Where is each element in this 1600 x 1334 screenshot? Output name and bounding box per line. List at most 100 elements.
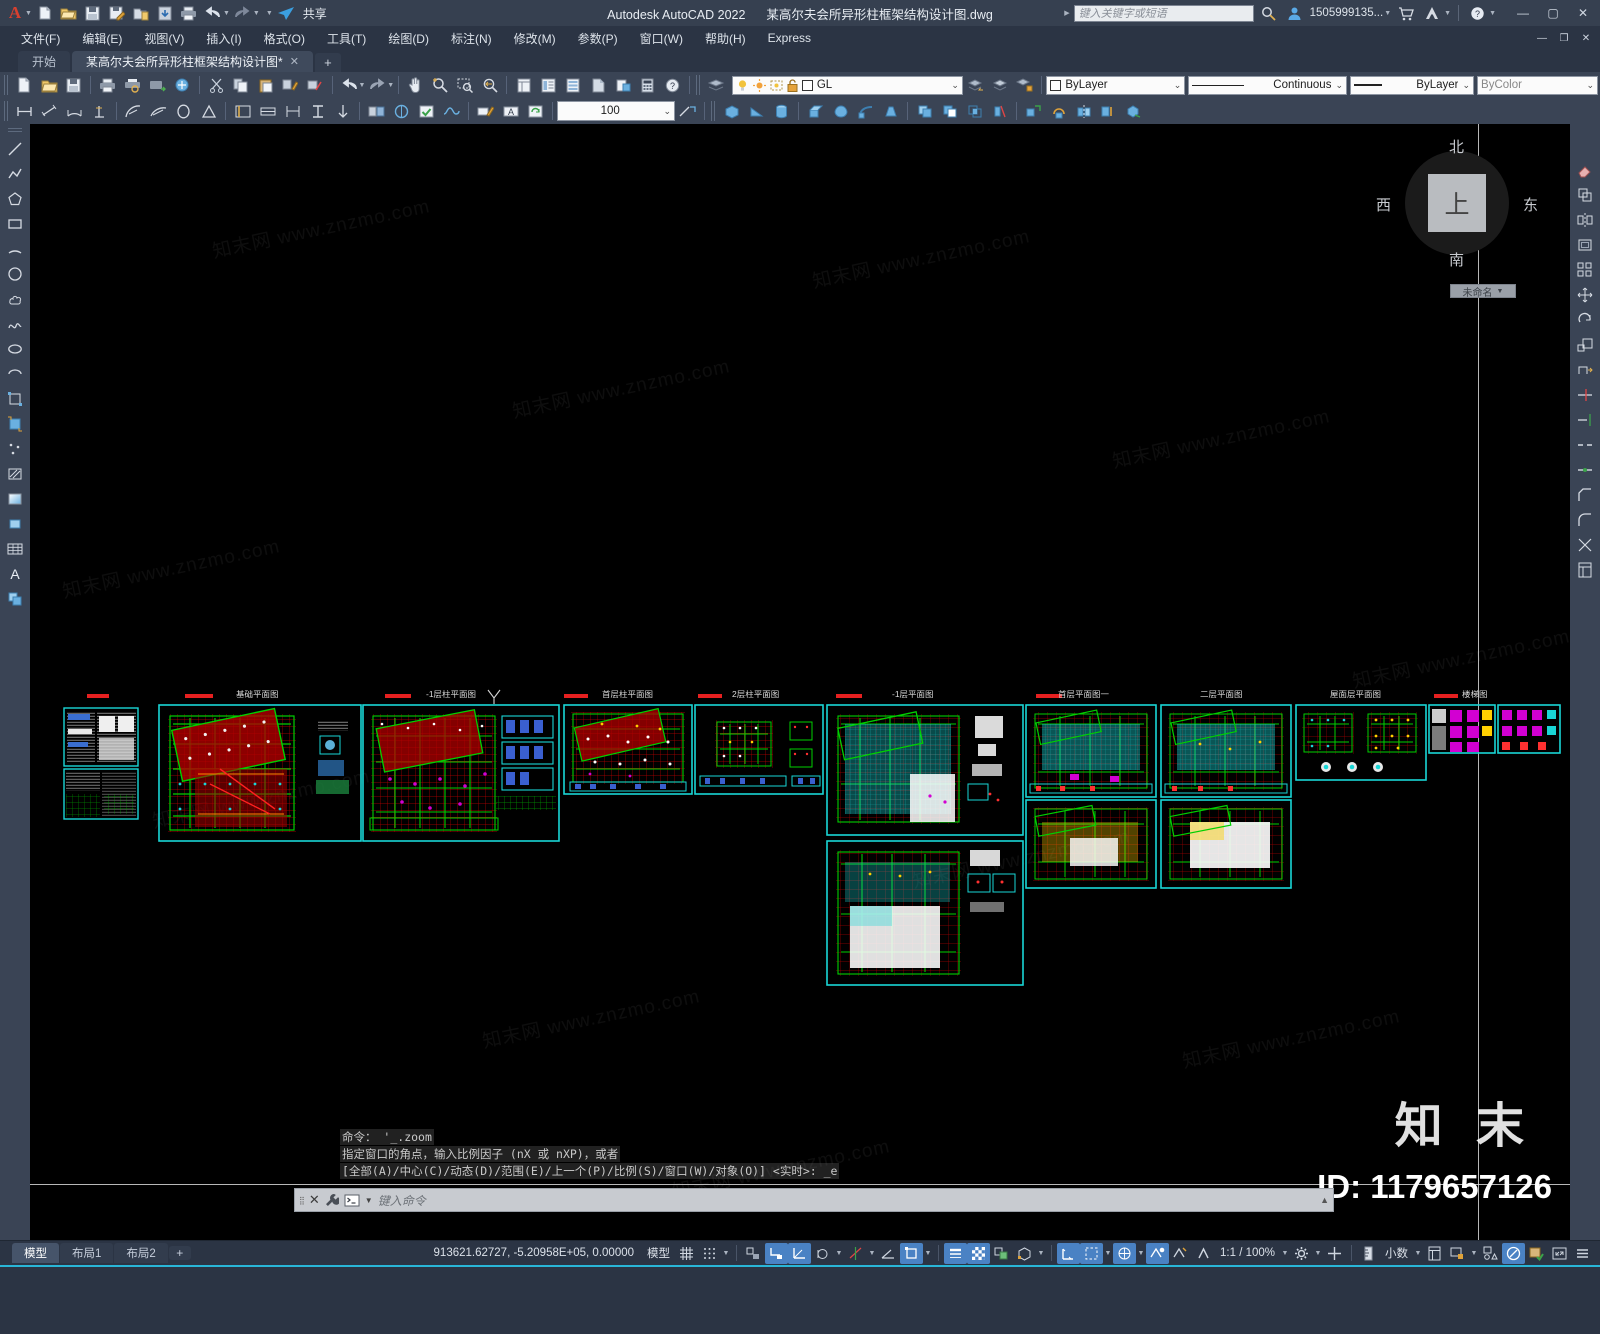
autocad-a-logo[interactable]: A [4, 2, 26, 24]
undo-icon[interactable] [338, 74, 361, 96]
layer-previous-icon[interactable] [964, 74, 987, 96]
help-icon[interactable]: ? [661, 74, 684, 96]
menu-tools[interactable]: 工具(T) [316, 28, 377, 49]
zoom-previous-icon[interactable] [479, 74, 502, 96]
array-icon[interactable] [1573, 258, 1597, 282]
autoscale-toggle[interactable] [1169, 1243, 1192, 1264]
layer-merge-icon[interactable] [1014, 74, 1037, 96]
cut-icon[interactable] [205, 74, 228, 96]
tch-text-icon[interactable]: A [499, 100, 522, 122]
redo-icon[interactable] [232, 2, 254, 24]
cart-icon[interactable] [1395, 2, 1417, 24]
gradient-icon[interactable] [3, 487, 27, 511]
subtract-icon[interactable] [938, 100, 961, 122]
qnew-icon[interactable] [13, 74, 36, 96]
chamfer-icon[interactable] [1573, 483, 1597, 507]
slice-icon[interactable] [988, 100, 1011, 122]
layer-state-icon[interactable] [989, 74, 1012, 96]
quick-properties-toggle[interactable] [1423, 1243, 1446, 1264]
command-input-bar[interactable]: ⣿ ✕ ▼ 键入命令 ▲ [294, 1188, 1334, 1212]
annotation-visibility-toggle[interactable] [1146, 1242, 1170, 1264]
chevron-down-icon[interactable]: ⌄ [1335, 80, 1343, 91]
open-icon[interactable] [58, 2, 80, 24]
annotation-scale-value[interactable]: 1:1 / 100% [1215, 1247, 1280, 1259]
dim-linear-icon[interactable] [13, 100, 36, 122]
menu-draw[interactable]: 绘图(D) [377, 28, 440, 49]
isometric-drafting-toggle[interactable] [811, 1243, 834, 1264]
annotation-monitor-toggle[interactable] [1525, 1243, 1548, 1264]
help-chevron-icon[interactable]: ▼ [1489, 10, 1496, 17]
annotation-scale-icon[interactable] [1192, 1243, 1215, 1264]
menu-insert[interactable]: 插入(I) [195, 28, 252, 49]
isolate-objects-toggle[interactable] [1479, 1243, 1502, 1264]
polygon-icon[interactable] [3, 187, 27, 211]
app-menu-chevron-icon[interactable]: ▼ [25, 10, 32, 17]
search-icon[interactable] [1258, 2, 1280, 24]
units-value[interactable]: 小数 [1380, 1245, 1413, 1261]
lock-chevron-icon[interactable]: ▼ [1469, 1250, 1479, 1257]
document-minimize-button[interactable]: — [1532, 29, 1552, 47]
infer-constraints-toggle[interactable] [742, 1243, 765, 1264]
filter-chevron-icon[interactable]: ▼ [1103, 1250, 1113, 1257]
object-snap-toggle[interactable] [900, 1242, 924, 1264]
chevron-down-icon[interactable]: ⌄ [1587, 80, 1595, 91]
zoom-window-icon[interactable] [454, 74, 477, 96]
markup-set-icon[interactable] [612, 74, 635, 96]
make-block-icon[interactable] [3, 412, 27, 436]
point-icon[interactable] [3, 437, 27, 461]
wrench-icon[interactable] [325, 1193, 339, 1207]
dynamic-ucs-icon-toggle[interactable] [1057, 1242, 1081, 1264]
ellipse-arc-icon[interactable] [3, 362, 27, 386]
dimscale-combo[interactable]: 100 ⌄ [557, 101, 675, 121]
linetype-combo[interactable]: Continuous ⌄ [1188, 75, 1347, 95]
plot-icon[interactable] [96, 74, 119, 96]
table-icon[interactable] [3, 537, 27, 561]
circle-icon[interactable] [3, 262, 27, 286]
plotstyle-combo[interactable]: ByColor ⌄ [1477, 75, 1599, 95]
blockeditor-icon[interactable] [304, 74, 327, 96]
gizmo-chevron-icon[interactable]: ▼ [1136, 1250, 1146, 1257]
polar-chevron-icon[interactable]: ▼ [834, 1250, 844, 1257]
intersect-icon[interactable] [963, 100, 986, 122]
osnap-track-chevron-icon[interactable]: ▼ [867, 1250, 877, 1257]
tch-elevation-icon[interactable] [331, 100, 354, 122]
zoom-realtime-icon[interactable] [429, 74, 452, 96]
revolve-icon[interactable] [829, 100, 852, 122]
rectangle-icon[interactable] [3, 212, 27, 236]
autodesk-app-icon[interactable] [1421, 2, 1443, 24]
solid-wedge-icon[interactable] [745, 100, 768, 122]
3d-osnap-chevron-icon[interactable]: ▼ [1036, 1250, 1046, 1257]
hardware-acceleration-icon[interactable] [1323, 1243, 1346, 1264]
close-icon[interactable]: ✕ [309, 1192, 320, 1208]
copy-object-icon[interactable] [1573, 183, 1597, 207]
osnap-chevron-icon[interactable]: ▼ [923, 1250, 933, 1257]
dim-diameter-icon[interactable] [147, 100, 170, 122]
close-icon[interactable]: ✕ [290, 55, 299, 68]
draw-order-icon[interactable] [3, 587, 27, 611]
menu-window[interactable]: 窗口(W) [629, 28, 694, 49]
paste-icon[interactable] [254, 74, 277, 96]
menu-dimension[interactable]: 标注(N) [440, 28, 503, 49]
object-color-combo[interactable]: ByLayer ⌄ [1046, 75, 1186, 95]
workspace-chevron-icon[interactable]: ▼ [1313, 1250, 1323, 1257]
ortho-mode-toggle[interactable] [765, 1242, 789, 1264]
tool-palettes-icon[interactable] [562, 74, 585, 96]
dim-radius-icon[interactable] [122, 100, 145, 122]
loft-icon[interactable] [879, 100, 902, 122]
account-avatar-icon[interactable] [1284, 2, 1306, 24]
undo-icon[interactable] [202, 2, 224, 24]
toolbar-grip[interactable] [4, 101, 10, 121]
solid-cylinder-icon[interactable] [770, 100, 793, 122]
tab-start[interactable]: 开始 [18, 51, 71, 72]
dim-arc-icon[interactable] [63, 100, 86, 122]
search-expand-icon[interactable]: ▶ [1064, 9, 1069, 17]
tch-column-icon[interactable] [281, 100, 304, 122]
command-drag-grip[interactable]: ⣿ [299, 1196, 305, 1205]
open-from-web-icon[interactable] [130, 2, 152, 24]
menu-edit[interactable]: 编辑(E) [71, 28, 133, 49]
line-icon[interactable] [3, 137, 27, 161]
object-snap-tracking-toggle[interactable] [844, 1243, 867, 1264]
3d-align-icon[interactable] [1097, 100, 1120, 122]
tch-scale-apply-icon[interactable] [676, 100, 699, 122]
coordinates-display[interactable]: 913621.62727, -5.20958E+05, 0.00000 [426, 1247, 642, 1259]
